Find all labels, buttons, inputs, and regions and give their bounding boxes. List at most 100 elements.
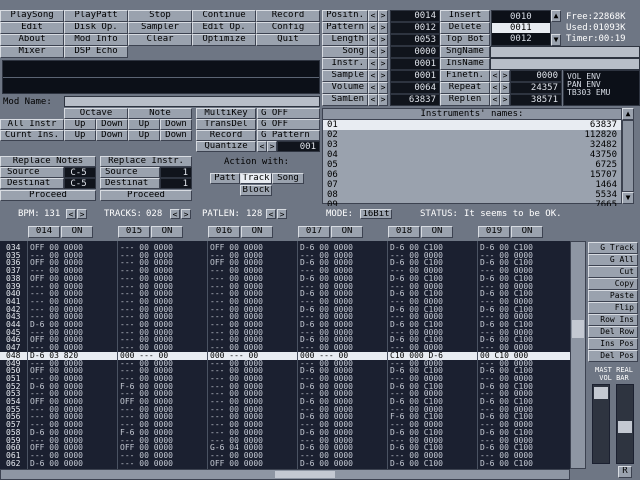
param-inc[interactable]: > (378, 34, 388, 46)
note-dest-value[interactable]: C-5 (64, 178, 96, 189)
pattern-cell[interactable]: --- 00 0000 (120, 459, 173, 468)
about-button[interactable]: About (0, 34, 64, 46)
edit-button[interactable]: Edit (0, 22, 64, 34)
param-value[interactable]: 0053 (390, 34, 440, 46)
record-button[interactable]: Record (256, 10, 320, 22)
all-octave-up[interactable]: Up (64, 119, 96, 130)
channel-mute-toggle[interactable]: ON (61, 226, 93, 238)
param-value[interactable]: 0012 (390, 22, 440, 34)
mod-info-button[interactable]: Mod Info (64, 34, 128, 46)
record-mode-toggle[interactable]: G Pattern (257, 130, 320, 141)
repeat-inc[interactable]: > (500, 82, 510, 94)
param-inc[interactable]: > (378, 10, 388, 22)
param-inc[interactable]: > (378, 22, 388, 34)
quantize-inc[interactable]: > (267, 141, 277, 152)
mod-name-input[interactable] (64, 96, 320, 107)
patlen-dec[interactable]: < (266, 209, 276, 219)
channel-mute-toggle[interactable]: ON (331, 226, 363, 238)
param-value[interactable]: 0064 (390, 82, 440, 94)
channel-mute-toggle[interactable]: ON (421, 226, 453, 238)
cur-octave-up[interactable]: Up (64, 130, 96, 141)
side-button-g-track[interactable]: G Track (588, 242, 638, 254)
disk-op-button[interactable]: Disk Op. (64, 22, 128, 34)
master-volume-slider[interactable] (592, 384, 610, 464)
edit-op-button[interactable]: Edit Op. (192, 22, 256, 34)
cur-note-up[interactable]: Up (128, 130, 160, 141)
instruments-scrollbar[interactable] (622, 120, 634, 192)
delete-button[interactable]: Delete (440, 22, 490, 34)
replen-value[interactable]: 38571 (510, 94, 562, 106)
pattern-cell[interactable]: D-6 00 0000 (30, 459, 83, 468)
config-button[interactable]: Config (256, 22, 320, 34)
waveform-display[interactable] (2, 60, 320, 94)
tracks-inc[interactable]: > (181, 209, 191, 219)
all-note-down[interactable]: Down (160, 119, 192, 130)
side-button-row-ins[interactable]: Row Ins (588, 314, 638, 326)
param-value[interactable]: 0014 (390, 10, 440, 22)
optimize-button[interactable]: Optimize (192, 34, 256, 46)
ins-name-input[interactable] (490, 58, 640, 70)
bpm-dec[interactable]: < (66, 209, 76, 219)
finetune-inc[interactable]: > (500, 70, 510, 82)
param-inc[interactable]: > (378, 70, 388, 82)
sampler-button[interactable]: Sampler (128, 22, 192, 34)
ins-source-value[interactable]: 1 (160, 167, 192, 178)
order-entry[interactable]: 0012 (510, 34, 532, 44)
pattern-cell[interactable]: D-6 00 C100 (390, 459, 443, 468)
pattern-cell[interactable]: OFF 00 0000 (210, 459, 263, 468)
insert-button[interactable]: Insert (440, 10, 490, 22)
replen-dec[interactable]: < (490, 94, 500, 106)
clear-button[interactable]: Clear (128, 34, 192, 46)
instruments-scroll-up[interactable]: ▲ (622, 108, 634, 120)
param-value[interactable]: 63837 (390, 94, 440, 106)
ins-dest-value[interactable]: 1 (160, 178, 192, 189)
transdel-toggle[interactable]: G OFF (257, 119, 320, 130)
param-dec[interactable]: < (368, 94, 378, 106)
param-dec[interactable]: < (368, 10, 378, 22)
patlen-inc[interactable]: > (277, 209, 287, 219)
action-track-button[interactable]: Track (240, 173, 272, 184)
r-button[interactable]: R (618, 466, 632, 478)
side-button-g-all[interactable]: G All (588, 254, 638, 266)
pattern-cell[interactable]: D-6 00 C100 (480, 459, 533, 468)
param-dec[interactable]: < (368, 34, 378, 46)
ins-proceed-button[interactable]: Proceed (100, 190, 192, 201)
all-note-up[interactable]: Up (128, 119, 160, 130)
order-down-arrow[interactable]: ▼ (551, 34, 561, 46)
instrument-row[interactable]: 05 6725 (323, 160, 621, 170)
instrument-row[interactable]: 04 43750 (323, 150, 621, 160)
replen-inc[interactable]: > (500, 94, 510, 106)
pattern-row[interactable]: 062 D-6 00 0000 --- 00 0000 OFF 00 0000 D-6 … (0, 459, 570, 468)
note-proceed-button[interactable]: Proceed (0, 190, 96, 201)
param-value[interactable]: 0001 (390, 58, 440, 70)
instrument-row[interactable]: 07 1464 (323, 180, 621, 190)
param-inc[interactable]: > (378, 82, 388, 94)
order-list[interactable]: 0010 0011 0012 (491, 10, 551, 46)
repeat-dec[interactable]: < (490, 82, 500, 94)
param-value[interactable]: 0001 (390, 70, 440, 82)
multikey-toggle[interactable]: G OFF (257, 108, 320, 119)
pattern-hscroll-thumb[interactable] (275, 471, 335, 478)
play-song-button[interactable]: PlaySong (0, 10, 64, 22)
order-up-arrow[interactable]: ▲ (551, 10, 561, 22)
quantize-dec[interactable]: < (257, 141, 267, 152)
quantize-value[interactable]: 001 (277, 141, 320, 152)
param-inc[interactable]: > (378, 94, 388, 106)
continue-button[interactable]: Continue (192, 10, 256, 22)
param-inc[interactable]: > (378, 58, 388, 70)
quit-button[interactable]: Quit (256, 34, 320, 46)
dsp-echo-button[interactable]: DSP Echo (64, 46, 128, 58)
param-value[interactable]: 0000 (390, 46, 440, 58)
stop-button[interactable]: Stop (128, 10, 192, 22)
param-dec[interactable]: < (368, 70, 378, 82)
param-dec[interactable]: < (368, 82, 378, 94)
side-button-copy[interactable]: Copy (588, 278, 638, 290)
pattern-vscroll[interactable] (570, 241, 586, 469)
channel-mute-toggle[interactable]: ON (151, 226, 183, 238)
param-dec[interactable]: < (368, 46, 378, 58)
pattern-editor[interactable]: 034 OFF 00 0000 --- 00 0000 OFF 00 0000 D-6 … (0, 241, 570, 469)
mode-toggle[interactable]: 16Bit (360, 209, 392, 219)
finetune-dec[interactable]: < (490, 70, 500, 82)
repeat-value[interactable]: 24357 (510, 82, 562, 94)
cur-octave-down[interactable]: Down (96, 130, 128, 141)
